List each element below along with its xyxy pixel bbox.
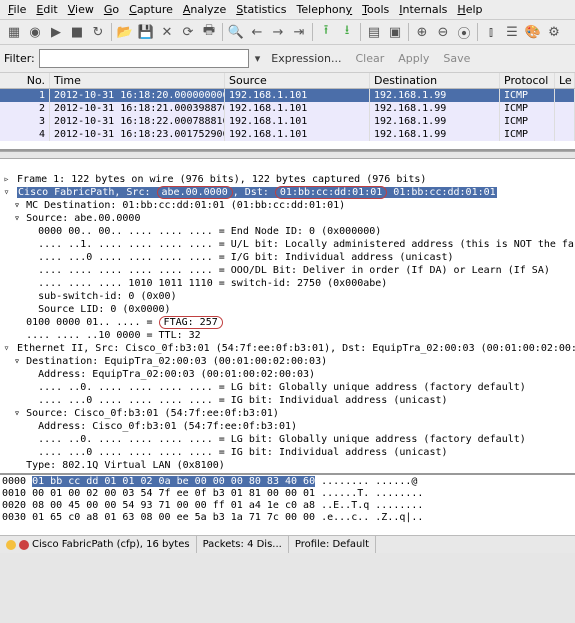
eth-line[interactable]: Ethernet II, Src: Cisco_0f:b3:01 (54:7f:… (17, 343, 575, 354)
zoomin-icon[interactable]: ⊕ (412, 22, 432, 42)
bulb-icon (6, 540, 16, 550)
open-icon[interactable]: 📂 (115, 22, 135, 42)
detail-line[interactable]: ▿ Destination: EquipTra_02:00:03 (00:01:… (2, 356, 327, 367)
table-row[interactable]: 32012-10-31 16:18:22.000788810192.168.1.… (0, 115, 575, 128)
autoscroll-icon[interactable]: ▣ (385, 22, 405, 42)
detail-line[interactable]: .... ..0. .... .... .... .... = LG bit: … (2, 434, 526, 445)
detail-line[interactable]: sub-switch-id: 0 (0x00) (2, 291, 177, 302)
col-dest[interactable]: Destination (370, 73, 500, 88)
filter-bar: Filter: ▾ Expression... Clear Apply Save (0, 45, 575, 73)
cfp-line[interactable]: Cisco FabricPath, Src: abe.00.0000, Dst:… (17, 187, 497, 198)
resize-cols-icon[interactable]: ⫾ (481, 22, 501, 42)
status-bar: Cisco FabricPath (cfp), 16 bytes Packets… (0, 535, 575, 553)
detail-line[interactable]: .... ..1. .... .... .... .... = U/L bit:… (2, 239, 575, 250)
print-icon[interactable]: 🖶 (199, 22, 219, 42)
detail-line[interactable]: Address: Cisco_0f:b3:01 (54:7f:ee:0f:b3:… (2, 421, 297, 432)
src-circle: abe.00.0000 (157, 186, 233, 199)
interfaces-icon[interactable]: ▦ (4, 22, 24, 42)
menu-telephony[interactable]: Telephony (293, 2, 357, 17)
detail-line[interactable]: .... .... ..10 0000 = TTL: 32 (2, 330, 201, 341)
hex-row[interactable]: 0010 00 01 00 02 00 03 54 7f ee 0f b3 01… (2, 488, 573, 500)
menu-file[interactable]: File (4, 2, 30, 17)
prefs-icon[interactable]: ⚙ (544, 22, 564, 42)
hex-row[interactable]: 0000 01 bb cc dd 01 01 02 0a be 00 00 00… (2, 476, 573, 488)
collapse-icon[interactable]: ▿ (2, 186, 11, 199)
col-no[interactable]: No. (0, 73, 50, 88)
menu-view[interactable]: View (64, 2, 98, 17)
detail-line[interactable]: 0100 0000 01.. .... = FTAG: 257 (2, 316, 223, 329)
col-len[interactable]: Le (555, 73, 575, 88)
frame-line[interactable]: Frame 1: 122 bytes on wire (976 bits), 1… (17, 174, 426, 185)
find-icon[interactable]: 🔍 (226, 22, 246, 42)
packet-list[interactable]: No. Time Source Destination Protocol Le … (0, 73, 575, 151)
packet-list-header: No. Time Source Destination Protocol Le (0, 73, 575, 89)
table-row[interactable]: 22012-10-31 16:18:21.000398870192.168.1.… (0, 102, 575, 115)
detail-line[interactable]: .... ...0 .... .... .... .... = I/G bit:… (2, 252, 454, 263)
gotobot-icon[interactable]: ⭳ (337, 22, 357, 42)
expert-icon[interactable] (19, 540, 29, 550)
detail-line[interactable]: .... .... .... .... .... .... = OOO/DL B… (2, 265, 550, 276)
detail-line[interactable]: .... ...0 .... .... .... .... = IG bit: … (2, 447, 448, 458)
menu-bar: File Edit View Go Capture Analyze Statis… (0, 0, 575, 20)
table-row[interactable]: 12012-10-31 16:18:20.000000000192.168.1.… (0, 89, 575, 102)
menu-internals[interactable]: Internals (395, 2, 451, 17)
apply-button[interactable]: Apply (393, 51, 434, 66)
restart-icon[interactable]: ↻ (88, 22, 108, 42)
expand-icon[interactable]: ▹ (2, 173, 11, 186)
detail-line[interactable]: Source LID: 0 (0x0000) (2, 304, 171, 315)
detail-line[interactable]: Type: 802.1Q Virtual LAN (0x8100) (2, 460, 225, 471)
zoomout-icon[interactable]: ⊖ (433, 22, 453, 42)
detail-line[interactable]: .... ...0 .... .... .... .... = IG bit: … (2, 395, 448, 406)
packet-details[interactable]: ▹ Frame 1: 122 bytes on wire (976 bits),… (0, 159, 575, 475)
save-filter-button[interactable]: Save (438, 51, 475, 66)
detail-line[interactable]: .... .... .... 1010 1011 1110 = switch-i… (2, 278, 387, 289)
detail-line[interactable]: ▿ Source: abe.00.0000 (2, 213, 140, 224)
display-filter-icon[interactable]: ☰ (502, 22, 522, 42)
menu-statistics[interactable]: Statistics (232, 2, 290, 17)
filter-input[interactable] (39, 49, 249, 68)
detail-line[interactable]: 0000 00.. 00.. .... .... .... = End Node… (2, 226, 381, 237)
coloring-rules-icon[interactable]: 🎨 (523, 22, 543, 42)
hex-row[interactable]: 0030 01 65 c0 a8 01 63 08 00 ee 5a b3 1a… (2, 512, 573, 524)
dst-circle: 01:bb:cc:dd:01:01 (275, 186, 387, 199)
table-row[interactable]: 42012-10-31 16:18:23.001752900192.168.1.… (0, 128, 575, 141)
back-icon[interactable]: ← (247, 22, 267, 42)
toolbar: ▦ ◉ ▶ ■ ↻ 📂 💾 ✕ ⟳ 🖶 🔍 ← → ⇥ ⭱ ⭳ ▤ ▣ ⊕ ⊖ … (0, 20, 575, 45)
filter-dropdown-icon[interactable]: ▾ (253, 52, 263, 65)
zoom100-icon[interactable]: ⦿ (454, 22, 474, 42)
goto-icon[interactable]: ⇥ (289, 22, 309, 42)
gototop-icon[interactable]: ⭱ (316, 22, 336, 42)
menu-edit[interactable]: Edit (32, 2, 61, 17)
menu-go[interactable]: Go (100, 2, 123, 17)
ftag-circle: FTAG: 257 (159, 316, 223, 329)
status-proto: Cisco FabricPath (cfp), 16 bytes (0, 536, 197, 553)
detail-line[interactable]: Address: EquipTra_02:00:03 (00:01:00:02:… (2, 369, 315, 380)
filter-label: Filter: (4, 52, 35, 65)
hex-row[interactable]: 0020 08 00 45 00 00 54 93 71 00 00 ff 01… (2, 500, 573, 512)
menu-tools[interactable]: Tools (358, 2, 393, 17)
save-icon[interactable]: 💾 (136, 22, 156, 42)
detail-line[interactable]: ▿ MC Destination: 01:bb:cc:dd:01:01 (01:… (2, 200, 345, 211)
stop-icon[interactable]: ■ (67, 22, 87, 42)
clear-button[interactable]: Clear (351, 51, 390, 66)
detail-line[interactable]: ▿ Source: Cisco_0f:b3:01 (54:7f:ee:0f:b3… (2, 408, 279, 419)
col-source[interactable]: Source (225, 73, 370, 88)
forward-icon[interactable]: → (268, 22, 288, 42)
close-icon[interactable]: ✕ (157, 22, 177, 42)
colorize-icon[interactable]: ▤ (364, 22, 384, 42)
detail-line[interactable]: .... ..0. .... .... .... .... = LG bit: … (2, 382, 526, 393)
hex-dump[interactable]: 0000 01 bb cc dd 01 01 02 0a be 00 00 00… (0, 475, 575, 535)
col-time[interactable]: Time (50, 73, 225, 88)
menu-help[interactable]: Help (453, 2, 486, 17)
status-packets: Packets: 4 Dis... (197, 536, 289, 553)
col-proto[interactable]: Protocol (500, 73, 555, 88)
menu-capture[interactable]: Capture (125, 2, 177, 17)
options-icon[interactable]: ◉ (25, 22, 45, 42)
menu-analyze[interactable]: Analyze (179, 2, 230, 17)
start-icon[interactable]: ▶ (46, 22, 66, 42)
collapse-icon[interactable]: ▿ (2, 342, 11, 355)
reload-icon[interactable]: ⟳ (178, 22, 198, 42)
expression-button[interactable]: Expression... (266, 51, 346, 66)
status-profile[interactable]: Profile: Default (289, 536, 376, 553)
